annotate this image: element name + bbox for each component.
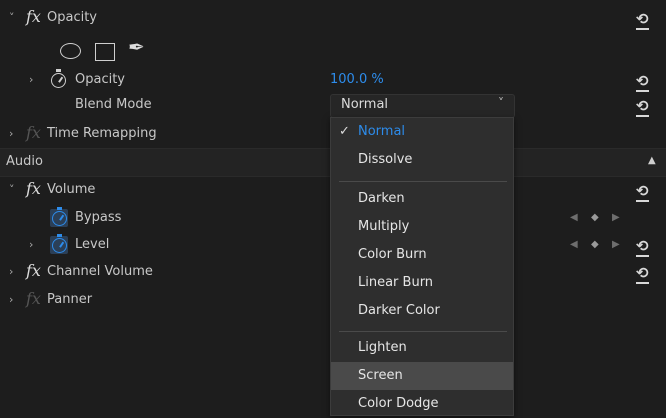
menu-item-screen[interactable]: Screen [331, 362, 513, 390]
ellipse-mask-icon[interactable] [60, 43, 81, 59]
add-keyframe-icon[interactable]: ◆ [591, 204, 599, 232]
property-label-opacity: Opacity [75, 72, 126, 87]
menu-item-label: Darken [358, 191, 405, 206]
reset-icon[interactable]: ⟲ [636, 264, 649, 284]
chevron-down-icon: ˅ [498, 96, 504, 110]
opacity-value[interactable]: 100.0 % [330, 66, 384, 94]
add-keyframe-icon[interactable]: ◆ [591, 231, 599, 259]
chevron-down-icon[interactable]: ˅ [9, 176, 15, 204]
chevron-right-icon[interactable]: › [9, 286, 13, 314]
fx-icon[interactable]: fx [26, 286, 41, 312]
rectangle-mask-icon[interactable] [95, 43, 115, 61]
next-keyframe-icon[interactable]: ▶ [612, 231, 620, 259]
menu-item-label: Color Burn [358, 247, 427, 262]
next-keyframe-icon[interactable]: ▶ [612, 204, 620, 232]
chevron-right-icon[interactable]: › [9, 120, 13, 148]
menu-item-darken[interactable]: Darken [331, 185, 513, 213]
prev-keyframe-icon[interactable]: ◀ [570, 231, 578, 259]
fx-icon[interactable]: fx [26, 176, 41, 202]
reset-icon[interactable]: ⟲ [636, 10, 649, 30]
menu-item-label: Dissolve [358, 152, 413, 167]
effect-name-opacity: Opacity [47, 10, 98, 25]
stopwatch-icon[interactable] [52, 207, 67, 226]
menu-item-normal[interactable]: ✓ Normal [331, 118, 513, 146]
effect-name-volume: Volume [47, 182, 96, 197]
menu-item-label: Darker Color [358, 303, 440, 318]
chevron-down-icon[interactable]: ˅ [9, 4, 15, 32]
prev-keyframe-icon[interactable]: ◀ [570, 204, 578, 232]
checkmark-icon: ✓ [339, 124, 350, 139]
menu-separator [339, 331, 507, 332]
menu-item-multiply[interactable]: Multiply [331, 213, 513, 241]
blend-mode-select[interactable]: Normal ˅ [330, 94, 515, 118]
reset-icon[interactable]: ⟲ [636, 97, 649, 117]
effect-name-channel-volume: Channel Volume [47, 264, 153, 279]
menu-item-label: Multiply [358, 219, 410, 234]
menu-item-label: Normal [358, 124, 406, 139]
chevron-right-icon[interactable]: › [9, 258, 13, 286]
menu-item-label: Lighten [358, 340, 407, 355]
opacity-effect-row[interactable]: ˅ fx Opacity ⟲ [0, 4, 666, 32]
audio-section-label: Audio [6, 154, 43, 169]
reset-icon[interactable]: ⟲ [636, 72, 649, 92]
blend-mode-value: Normal [341, 97, 389, 112]
fx-icon[interactable]: fx [26, 258, 41, 284]
menu-item-linear-burn[interactable]: Linear Burn [331, 269, 513, 297]
blend-mode-label: Blend Mode [75, 97, 152, 112]
pen-mask-icon[interactable]: ✒ [128, 35, 145, 59]
property-label-bypass: Bypass [75, 210, 122, 225]
menu-item-label: Screen [358, 368, 403, 383]
opacity-property-row: › Opacity 100.0 % ⟲ [0, 66, 666, 94]
effect-name-time-remapping: Time Remapping [47, 126, 157, 141]
stopwatch-icon[interactable] [51, 69, 66, 88]
menu-item-dissolve[interactable]: Dissolve [331, 146, 513, 174]
menu-item-darker-color[interactable]: Darker Color [331, 297, 513, 325]
collapse-icon[interactable]: ▲ [648, 155, 656, 166]
blend-mode-dropdown[interactable]: ✓ Normal Dissolve Darken Multiply Color … [330, 117, 514, 416]
menu-item-color-burn[interactable]: Color Burn [331, 241, 513, 269]
reset-icon[interactable]: ⟲ [636, 237, 649, 257]
fx-icon[interactable]: fx [26, 120, 41, 146]
chevron-right-icon[interactable]: › [29, 66, 33, 94]
chevron-right-icon[interactable]: › [29, 231, 33, 259]
property-label-level: Level [75, 237, 110, 252]
stopwatch-icon[interactable] [52, 234, 67, 253]
menu-separator [339, 181, 507, 182]
fx-icon[interactable]: fx [26, 4, 41, 30]
effect-name-panner: Panner [47, 292, 93, 307]
menu-item-label: Linear Burn [358, 275, 434, 290]
menu-item-lighten[interactable]: Lighten [331, 334, 513, 362]
reset-icon[interactable]: ⟲ [636, 182, 649, 202]
